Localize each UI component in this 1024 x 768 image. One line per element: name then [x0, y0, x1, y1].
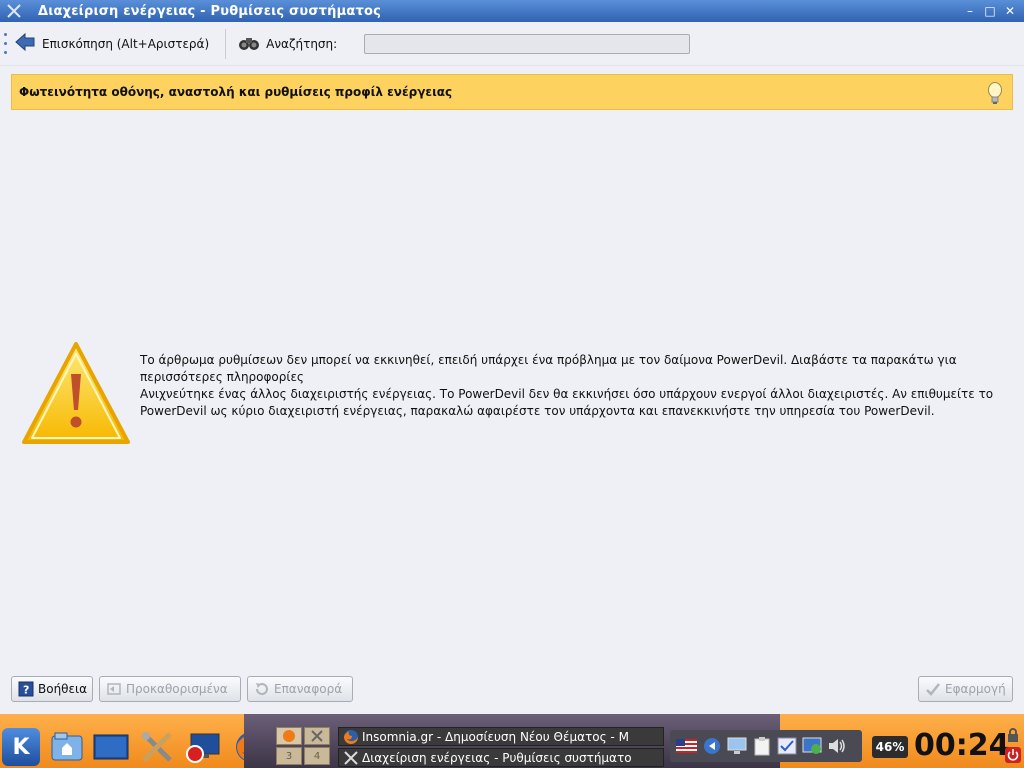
lock-screen-icon[interactable] — [1005, 727, 1021, 743]
firefox-icon — [344, 729, 358, 744]
back-arrow-icon — [14, 32, 36, 55]
toolbar: Επισκόπηση (Alt+Αριστερά) Αναζήτηση: — [0, 22, 1024, 66]
reset-label: Επαναφορά — [274, 682, 343, 696]
clipboard-icon[interactable] — [751, 736, 772, 757]
keyboard-layout-flag-icon[interactable] — [676, 736, 697, 757]
system-monitor-icon[interactable] — [184, 728, 222, 766]
volume-icon[interactable] — [826, 736, 847, 757]
overview-button[interactable]: Επισκόπηση (Alt+Αριστερά) — [8, 29, 215, 59]
defaults-icon — [106, 681, 122, 697]
window-titlebar[interactable]: Διαχείριση ενέργειας - Ρυθμίσεις συστήμα… — [0, 0, 1024, 22]
overview-label: Επισκόπηση (Alt+Αριστερά) — [42, 36, 210, 51]
binoculars-icon — [238, 32, 260, 55]
module-header-banner: Φωτεινότητα οθόνης, αναστολή και ρυθμίσε… — [11, 74, 1013, 110]
minimize-icon[interactable]: – — [962, 3, 978, 19]
clock[interactable]: 00:24 — [914, 728, 1010, 763]
reset-button[interactable]: Επαναφορά — [247, 676, 353, 702]
window-title: Διαχείριση ενέργειας - Ρυθμίσεις συστήμα… — [38, 3, 382, 19]
home-folder-icon[interactable] — [48, 728, 86, 766]
error-messages: Το άρθρωμα ρυθμίσεων δεν μπορεί να εκκιν… — [140, 352, 1010, 420]
module-title: Φωτεινότητα οθόνης, αναστολή και ρυθμίσε… — [19, 85, 453, 99]
battery-percent: 46% — [875, 740, 905, 754]
battery-indicator[interactable]: 46% — [872, 736, 908, 758]
desktop-4[interactable]: 4 — [304, 747, 330, 765]
svg-text:?: ? — [23, 684, 29, 697]
close-icon[interactable]: ✕ — [1002, 3, 1018, 19]
reset-icon — [254, 681, 270, 697]
media-back-icon[interactable] — [701, 736, 722, 757]
kde-menu-icon[interactable]: K — [2, 728, 40, 766]
checkmark-icon — [925, 681, 941, 697]
desktop-3[interactable]: 3 — [276, 747, 302, 765]
help-icon: ? — [18, 681, 34, 697]
task-system-settings[interactable]: Διαχείριση ενέργειας - Ρυθμίσεις συστήμα… — [338, 748, 664, 767]
apply-button[interactable]: Εφαρμογή — [918, 676, 1013, 702]
updates-icon[interactable] — [776, 736, 797, 757]
defaults-label: Προκαθορισμένα — [126, 682, 228, 696]
toolbar-separator — [225, 28, 227, 59]
desktop-2[interactable] — [304, 727, 330, 745]
network-icon[interactable] — [801, 736, 822, 757]
error-message-secondary: Ανιχνεύτηκε ένας άλλος διαχειριστής ενέρ… — [140, 387, 994, 418]
logout-icon[interactable] — [1005, 747, 1021, 763]
lightbulb-icon — [986, 81, 1004, 108]
terminal-icon[interactable] — [92, 728, 130, 766]
help-label: Βοήθεια — [38, 682, 87, 696]
help-button[interactable]: ? Βοήθεια — [11, 676, 93, 702]
system-tray — [670, 730, 862, 762]
task-label: Διαχείριση ενέργειας - Ρυθμίσεις συστήμα… — [362, 750, 632, 765]
tools-icon — [344, 750, 358, 765]
display-icon[interactable] — [726, 736, 747, 757]
desktop-1[interactable] — [276, 727, 302, 745]
search-label-group: Αναζήτηση: — [236, 29, 343, 59]
defaults-button[interactable]: Προκαθορισμένα — [99, 676, 241, 702]
task-firefox[interactable]: Insomnia.gr - Δημοσίευση Νέου Θέματος - … — [338, 727, 664, 746]
tools-icon[interactable] — [138, 728, 176, 766]
apply-label: Εφαρμογή — [945, 682, 1006, 696]
maximize-icon[interactable]: □ — [982, 3, 998, 19]
system-settings-icon[interactable] — [4, 1, 24, 21]
warning-icon — [20, 340, 132, 453]
search-label: Αναζήτηση: — [266, 36, 338, 51]
task-label: Insomnia.gr - Δημοσίευση Νέου Θέματος - … — [362, 729, 629, 744]
search-input[interactable] — [364, 34, 690, 54]
error-message-primary: Το άρθρωμα ρυθμίσεων δεν μπορεί να εκκιν… — [140, 353, 957, 384]
